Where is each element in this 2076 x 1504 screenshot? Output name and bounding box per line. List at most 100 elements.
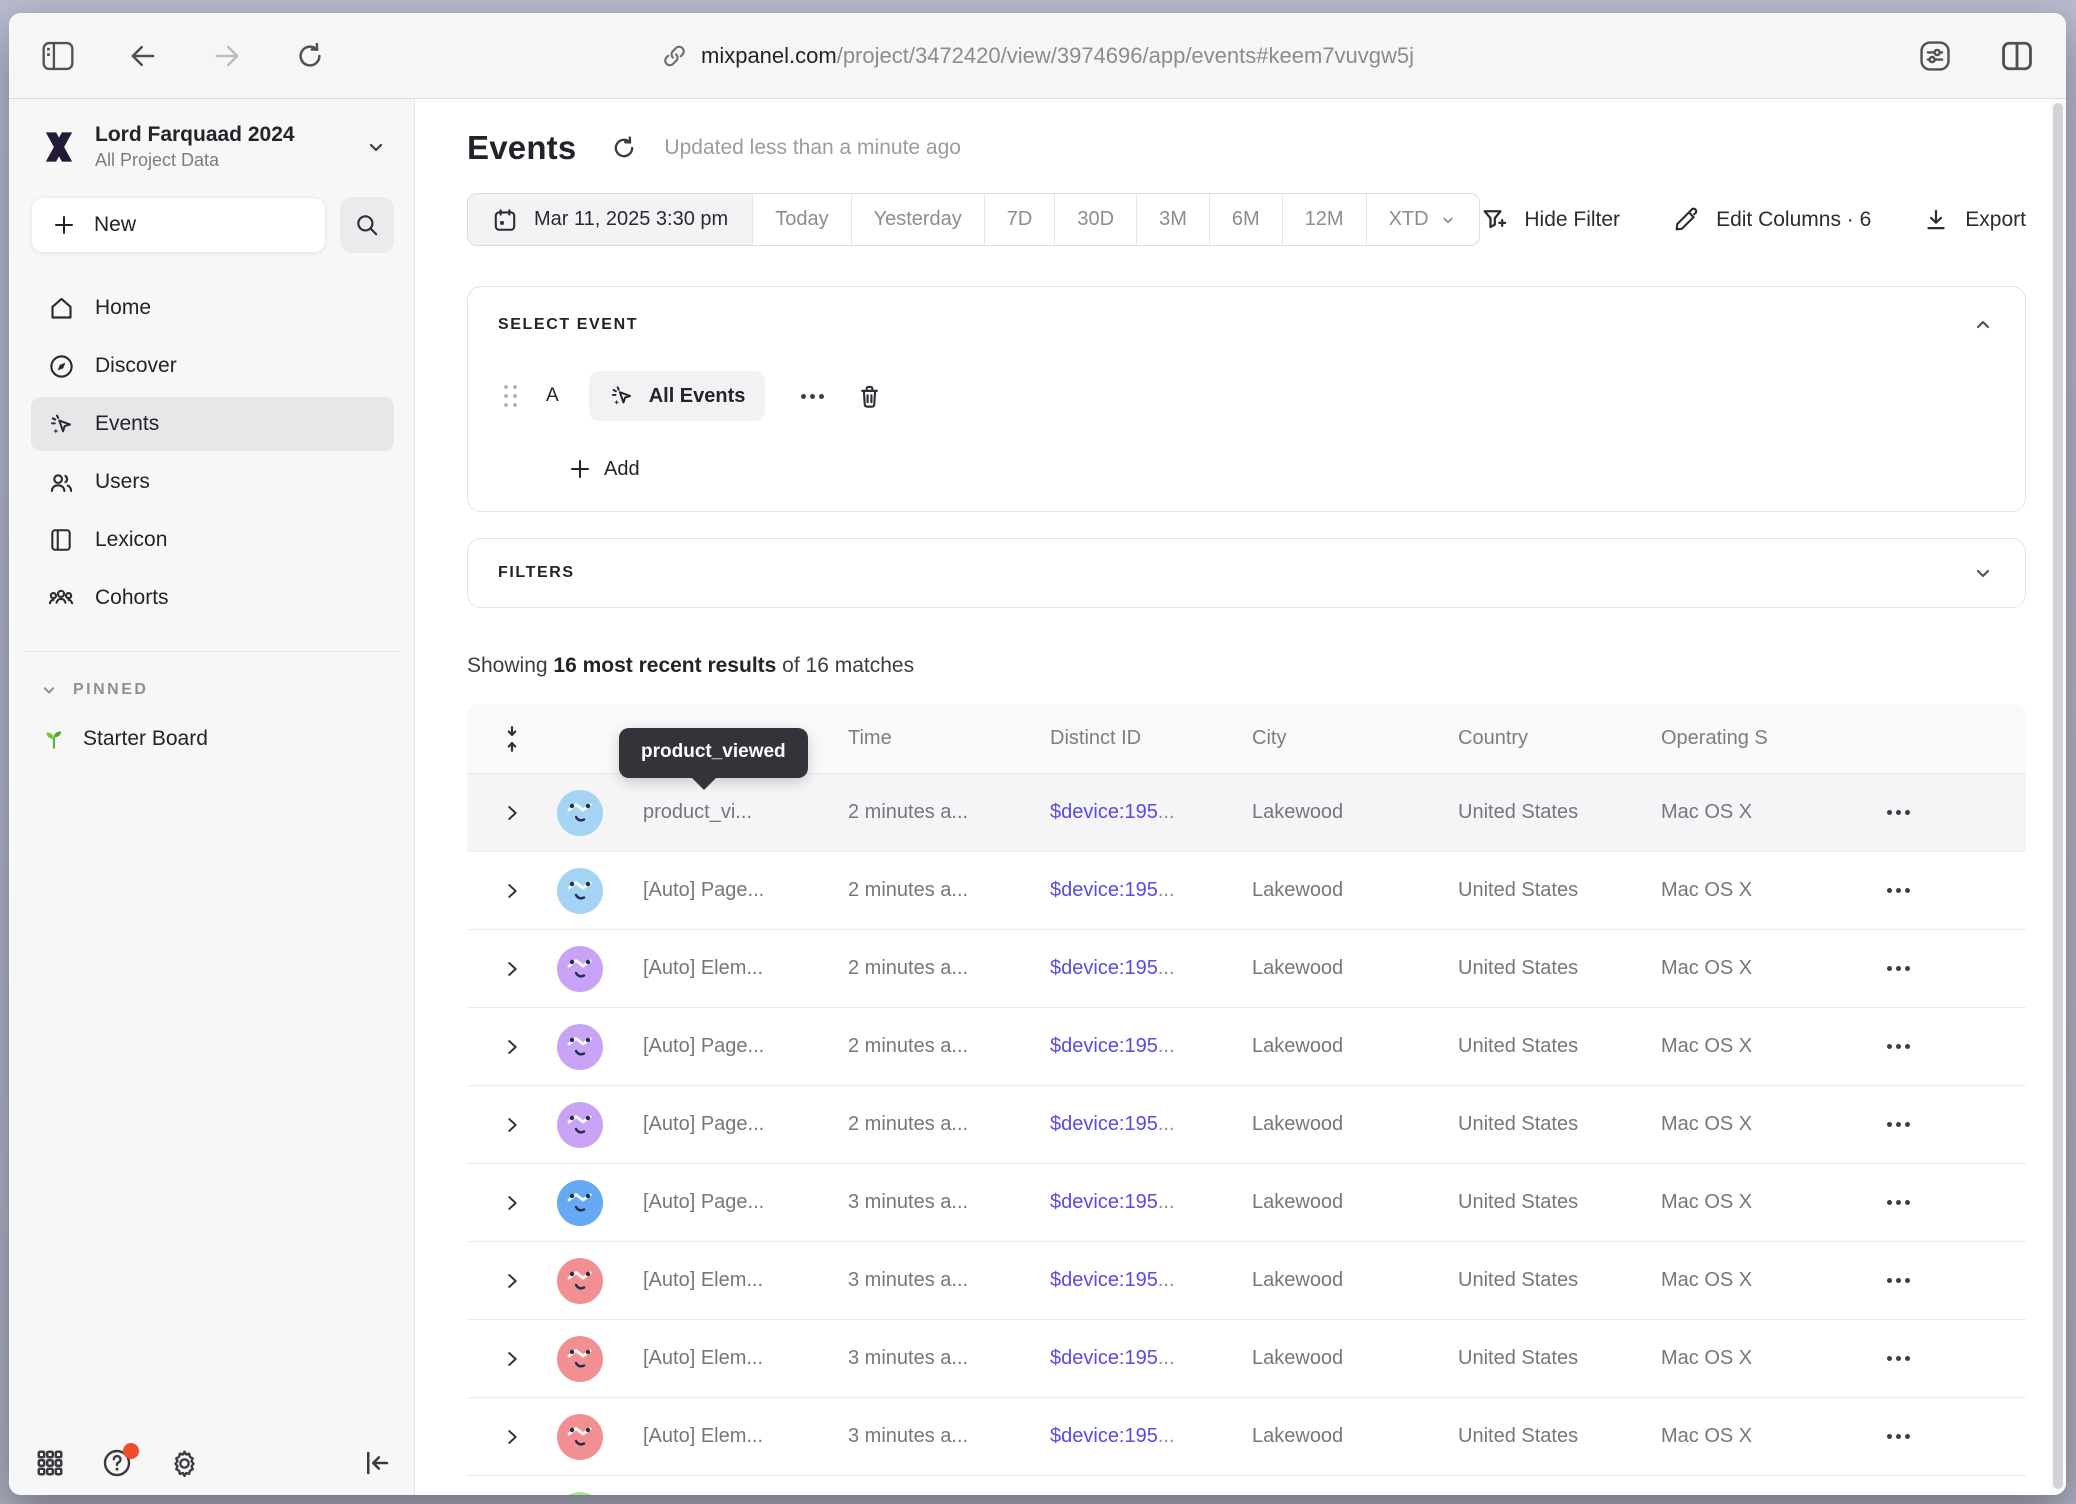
search-icon	[354, 212, 380, 238]
distinct-id-link[interactable]: $device:195	[1050, 1425, 1158, 1447]
avatar	[557, 1414, 603, 1460]
quick-range-button[interactable]: Today	[752, 194, 850, 245]
sidebar-item-discover[interactable]: Discover	[31, 339, 394, 393]
date-picker[interactable]: Mar 11, 2025 3:30 pm	[468, 194, 752, 245]
events-cursor-icon	[609, 383, 635, 409]
distinct-id-link[interactable]: $device:195	[1050, 801, 1158, 823]
table-row[interactable]: [Auto] Elem... 3 minutes a... $device:19…	[467, 1242, 2026, 1320]
reload-button[interactable]	[291, 37, 329, 75]
select-event-title: SELECT EVENT	[498, 316, 638, 334]
table-row[interactable]: [Auto] Elem... 2 minutes a... $device:19…	[467, 930, 2026, 1008]
sidebar-item-starter-board[interactable]: Starter Board	[31, 726, 394, 752]
chevron-right-icon[interactable]	[501, 1114, 523, 1136]
row-actions-icon[interactable]	[1865, 966, 2026, 971]
chevron-right-icon[interactable]	[501, 880, 523, 902]
sidebar-item-home[interactable]: Home	[31, 281, 394, 335]
cell-distinct-id: $device:195...	[1030, 1425, 1232, 1448]
distinct-id-link[interactable]: $device:195	[1050, 879, 1158, 901]
table-row[interactable]: [Auto] Elem... 3 minutes a... $device:19…	[467, 1398, 2026, 1476]
quick-range-button[interactable]: 7D	[984, 194, 1055, 245]
chevron-right-icon[interactable]	[501, 1192, 523, 1214]
table-row[interactable]: [Auto] Page... 2 minutes a... $device:19…	[467, 852, 2026, 930]
quick-range-button[interactable]: 6M	[1209, 194, 1282, 245]
table-row[interactable]: [Auto] Elem... 4 minutes a... $device:19…	[467, 1476, 2026, 1495]
chevron-right-icon[interactable]	[501, 1270, 523, 1292]
row-actions-icon[interactable]	[1865, 1200, 2026, 1205]
row-actions-icon[interactable]	[1865, 1434, 2026, 1439]
chevron-right-icon[interactable]	[501, 802, 523, 824]
row-actions-icon[interactable]	[1865, 1122, 2026, 1127]
row-actions-icon[interactable]	[1865, 1356, 2026, 1361]
notification-dot	[123, 1443, 139, 1459]
distinct-id-link[interactable]: $device:195	[1050, 1269, 1158, 1291]
cell-country: United States	[1438, 1425, 1641, 1448]
collapse-sidebar-icon[interactable]	[362, 1449, 392, 1477]
table-row[interactable]: [Auto] Page... 2 minutes a... $device:19…	[467, 1008, 2026, 1086]
scrollbar-track[interactable]	[2050, 99, 2066, 1495]
quick-range-button[interactable]: 3M	[1136, 194, 1209, 245]
sidebar-item-cohorts[interactable]: Cohorts	[31, 571, 394, 625]
custom-range-button[interactable]: XTD	[1366, 194, 1479, 245]
distinct-id-link[interactable]: $device:195	[1050, 1035, 1158, 1057]
collapse-rows-icon[interactable]	[499, 724, 525, 754]
chevron-down-icon	[39, 680, 59, 700]
col-time: Time	[828, 727, 1030, 750]
row-actions-icon[interactable]	[1865, 888, 2026, 893]
distinct-id-link[interactable]: $device:195	[1050, 1113, 1158, 1135]
back-button[interactable]	[123, 38, 163, 74]
scrollbar-thumb[interactable]	[2053, 103, 2063, 1489]
cell-city: Lakewood	[1232, 879, 1438, 902]
distinct-id-link[interactable]: $device:195	[1050, 1347, 1158, 1369]
chevron-right-icon[interactable]	[501, 1348, 523, 1370]
page-settings-icon[interactable]	[1914, 35, 1956, 77]
pinned-section-toggle[interactable]: PINNED	[31, 680, 394, 700]
event-options-icon[interactable]	[795, 388, 830, 405]
avatar	[557, 1102, 603, 1148]
table-row[interactable]: [Auto] Page... 3 minutes a... $device:19…	[467, 1164, 2026, 1242]
sidebar-item-users[interactable]: Users	[31, 455, 394, 509]
export-button[interactable]: Export	[1923, 207, 2026, 233]
quick-range-button[interactable]: 12M	[1282, 194, 1366, 245]
chevron-right-icon[interactable]	[501, 958, 523, 980]
cell-distinct-id: $device:195...	[1030, 879, 1232, 902]
row-actions-icon[interactable]	[1865, 1044, 2026, 1049]
event-selector-chip[interactable]: All Events	[589, 371, 766, 421]
avatar	[557, 1024, 603, 1070]
add-event-button[interactable]: Add	[568, 457, 640, 481]
sidebar-item-events[interactable]: Events	[31, 397, 394, 451]
project-switcher[interactable]: Lord Farquaad 2024 All Project Data	[31, 117, 394, 171]
chevron-down-icon[interactable]	[1971, 561, 1995, 585]
distinct-id-link[interactable]: $device:195	[1050, 957, 1158, 979]
gear-icon[interactable]	[169, 1448, 200, 1479]
cell-distinct-id: $device:195...	[1030, 801, 1232, 824]
hide-filter-button[interactable]: Hide Filter	[1480, 206, 1620, 234]
cell-event: [Auto] Elem...	[623, 1269, 828, 1292]
table-row[interactable]: [Auto] Page... 2 minutes a... $device:19…	[467, 1086, 2026, 1164]
quick-range-button[interactable]: Yesterday	[851, 194, 984, 245]
chevron-right-icon[interactable]	[501, 1036, 523, 1058]
cell-time: 3 minutes a...	[828, 1191, 1030, 1214]
row-actions-icon[interactable]	[1865, 810, 2026, 815]
split-view-icon[interactable]	[1996, 36, 2038, 76]
chevron-right-icon[interactable]	[501, 1426, 523, 1448]
drag-handle[interactable]	[504, 385, 518, 408]
sidebar-toggle-icon[interactable]	[37, 37, 79, 75]
new-button[interactable]: New	[31, 197, 326, 253]
sidebar-item-lexicon[interactable]: Lexicon	[31, 513, 394, 567]
apps-grid-icon[interactable]	[35, 1448, 65, 1478]
trash-icon[interactable]	[856, 383, 883, 410]
search-button[interactable]	[340, 197, 394, 253]
calendar-icon	[492, 207, 518, 233]
forward-button[interactable]	[207, 38, 247, 74]
table-row[interactable]: [Auto] Elem... 3 minutes a... $device:19…	[467, 1320, 2026, 1398]
chevron-down-icon	[364, 135, 388, 159]
help-icon[interactable]	[101, 1447, 133, 1479]
row-actions-icon[interactable]	[1865, 1278, 2026, 1283]
quick-range-button[interactable]: 30D	[1054, 194, 1136, 245]
refresh-icon[interactable]	[610, 134, 638, 162]
address-bar[interactable]: mixpanel.com/project/3472420/view/397469…	[661, 43, 1414, 69]
chevron-up-icon[interactable]	[1971, 313, 1995, 337]
edit-columns-button[interactable]: Edit Columns · 6	[1672, 206, 1871, 234]
distinct-id-link[interactable]: $device:195	[1050, 1191, 1158, 1213]
browser-toolbar: mixpanel.com/project/3472420/view/397469…	[9, 13, 2066, 99]
